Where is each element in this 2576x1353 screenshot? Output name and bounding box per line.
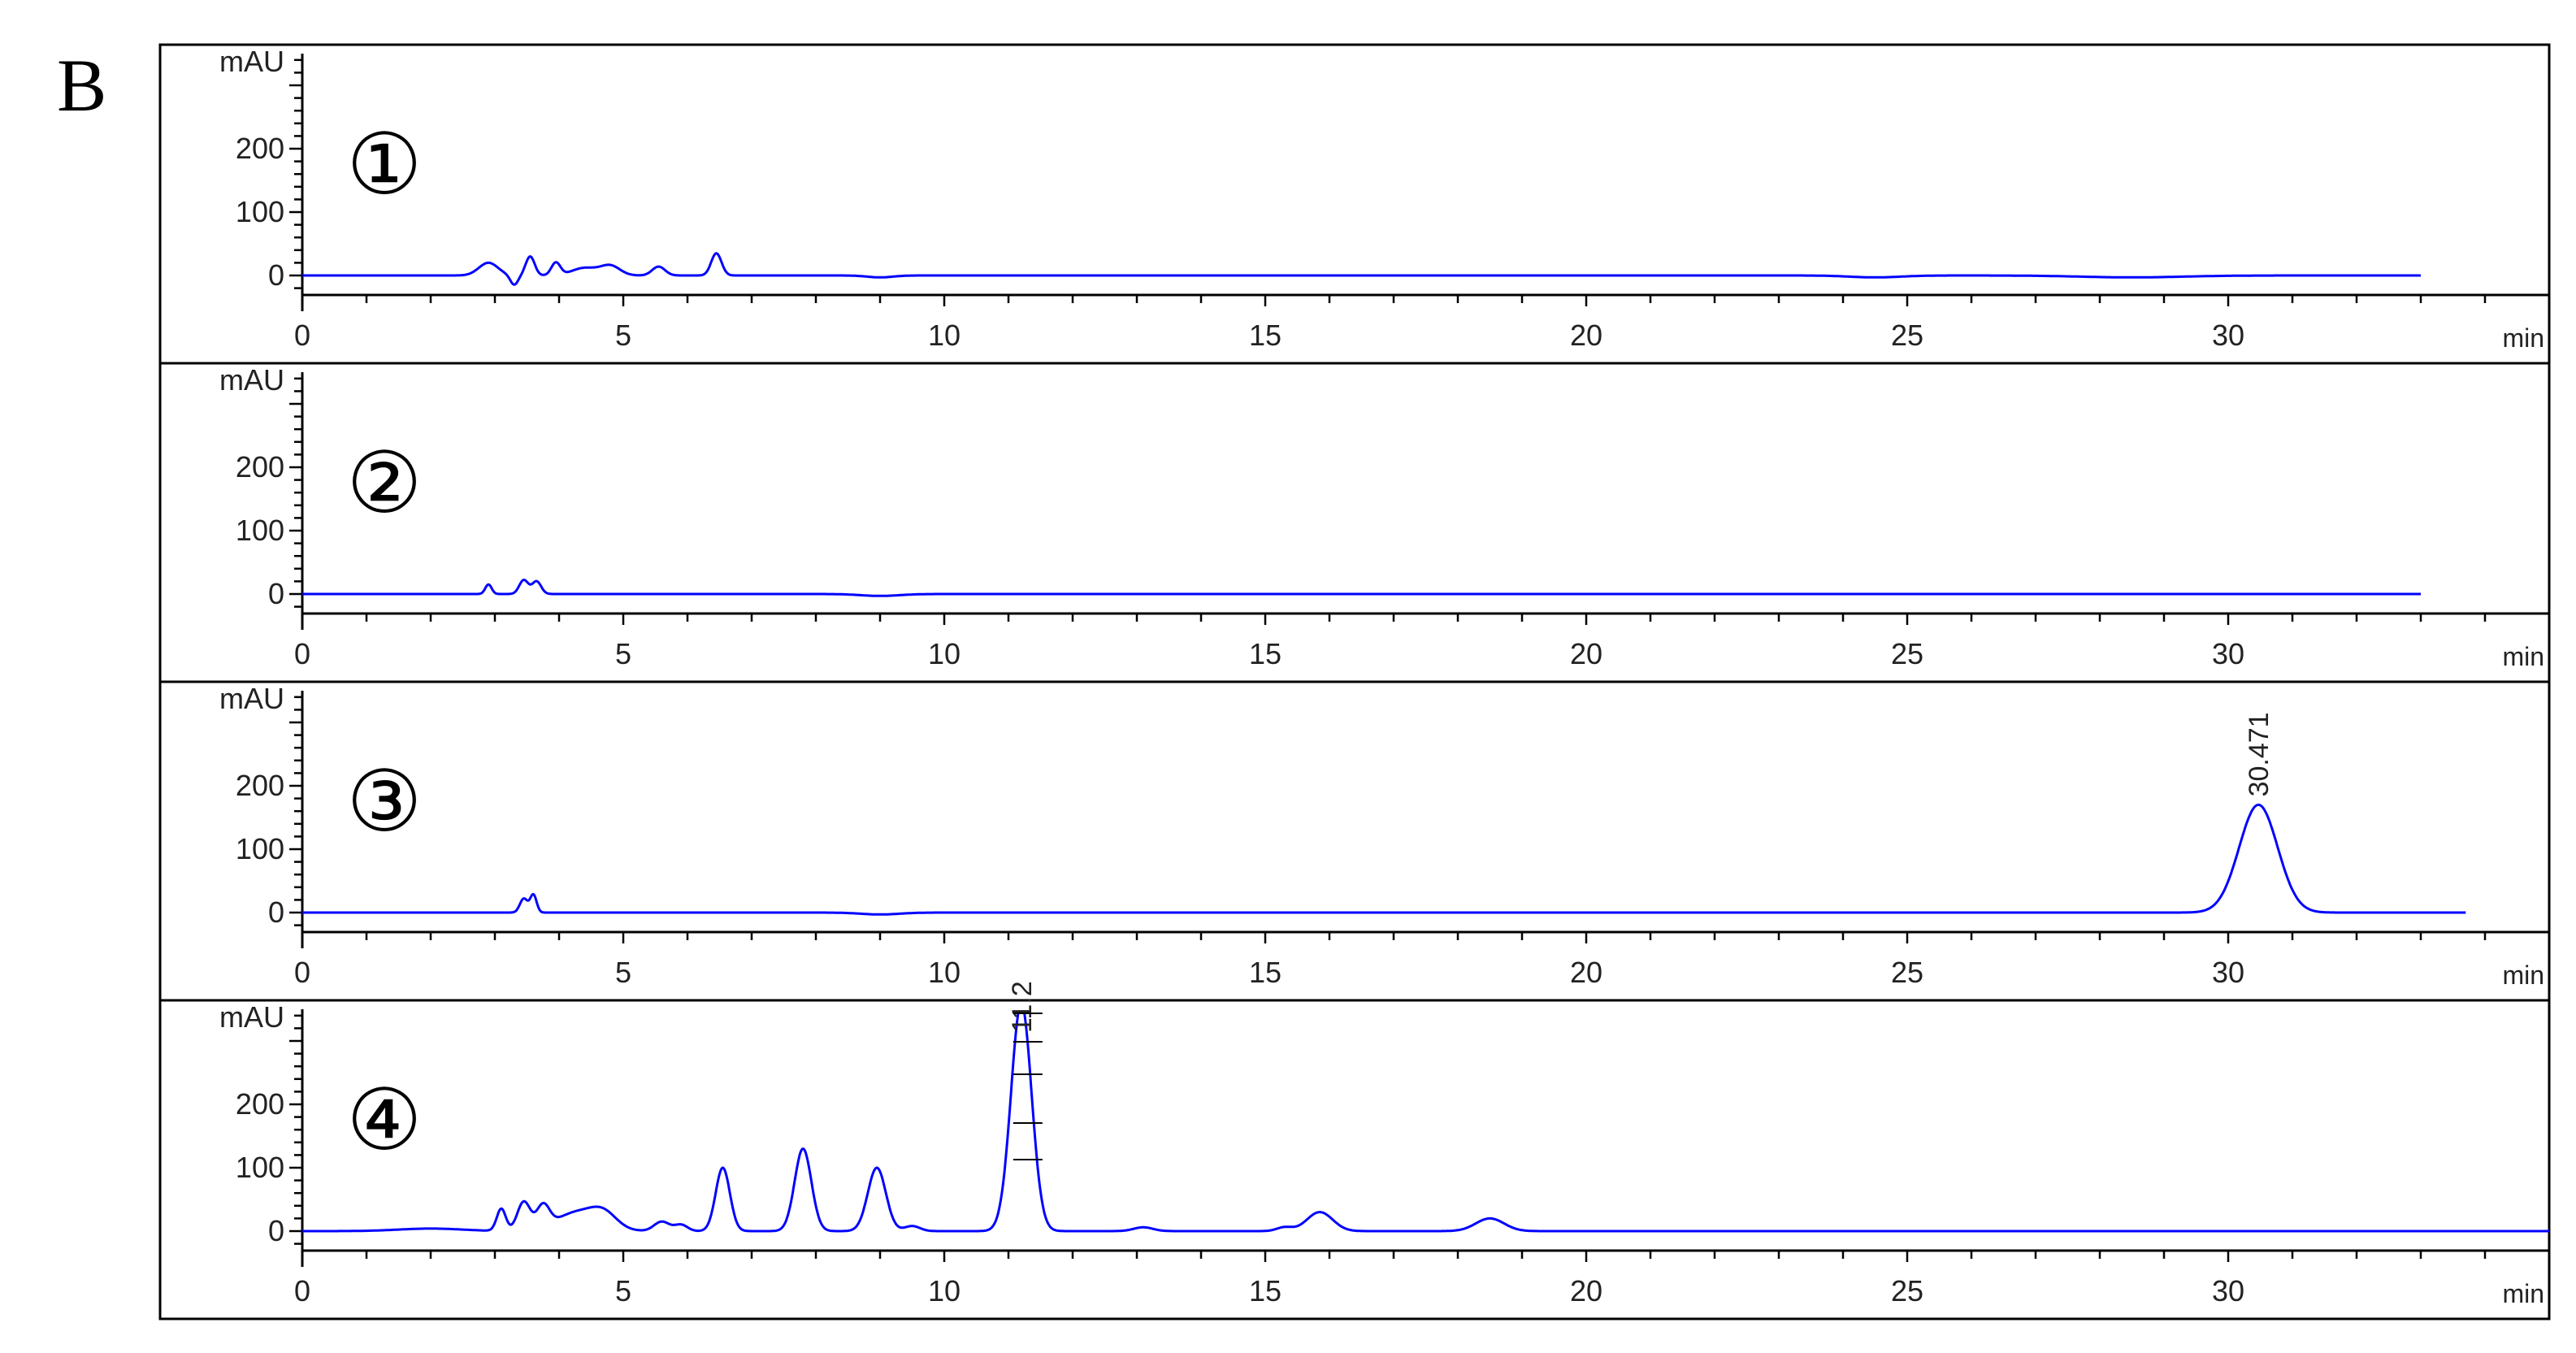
x-tick-label: 15 [1249,319,1281,352]
y-tick-label: 200 [236,450,284,484]
x-tick-label: 20 [1570,319,1602,352]
x-tick-label: 5 [615,956,631,989]
chromatogram-trace [301,252,2422,286]
x-tick-label: 15 [1249,637,1281,670]
x-tick-label: 10 [928,1274,961,1307]
x-axis-unit-label: min [2502,1279,2544,1308]
x-tick-label: 10 [928,637,961,670]
x-tick-label: 30 [2212,319,2244,352]
x-tick-label: 30 [2212,1274,2244,1307]
x-tick-label: 15 [1249,956,1281,989]
y-tick-label: 0 [268,577,284,610]
x-tick-label: 0 [294,637,310,670]
chromatogram-trace [301,579,2422,597]
sample-number-label: ② [346,433,422,532]
x-tick-label: 20 [1570,956,1602,989]
chromatogram-panel-4: 0 100 200 mAU 0 5 10 15 20 25 30 min ④ 11.2 [160,981,2551,1308]
x-tick-label: 0 [294,956,310,989]
chromatogram-panel-2: 0 100 200 mAU 0 5 10 15 20 25 30 min ② [160,362,2551,671]
x-tick-label: 5 [615,637,631,670]
x-tick-label: 5 [615,319,631,352]
sample-number-label: ④ [346,1070,422,1169]
x-tick-label: 25 [1891,956,1923,989]
x-tick-label: 20 [1570,1274,1602,1307]
x-tick-label: 15 [1249,1274,1281,1307]
peak-retention-time-label: 11.2 [1007,981,1038,1033]
y-axis-label: mAU [219,363,284,397]
x-tick-label: 0 [294,319,310,352]
x-axis-unit-label: min [2502,323,2544,353]
x-tick-label: 0 [294,1274,310,1307]
y-axis-label: mAU [219,45,284,78]
x-tick-label: 5 [615,1274,631,1307]
x-axis-unit-label: min [2502,642,2544,671]
y-axis-label: mAU [219,682,284,715]
y-tick-label: 200 [236,1087,284,1121]
y-tick-label: 100 [236,195,284,228]
y-tick-label: 100 [236,514,284,547]
chromatogram-panel-1: 0 100 200 mAU 0 5 10 15 20 25 30 min ① [219,45,2551,353]
chromatogram-trace [301,1011,2550,1233]
sample-number-label: ① [346,115,422,214]
y-tick-label: 200 [236,769,284,802]
peak-retention-time-label: 30.471 [2244,712,2275,796]
sample-number-label: ③ [346,752,422,851]
y-tick-label: 200 [236,132,284,165]
x-tick-label: 30 [2212,637,2244,670]
x-tick-label: 20 [1570,637,1602,670]
chromatogram-panel-3: 0 100 200 mAU 0 5 10 15 20 25 30 min ③ 30.471 [160,680,2551,990]
y-tick-label: 100 [236,832,284,865]
y-tick-label: 0 [268,895,284,929]
x-tick-label: 30 [2212,956,2244,989]
y-axis-label: mAU [219,1000,284,1034]
x-tick-label: 25 [1891,637,1923,670]
x-axis-unit-label: min [2502,961,2544,990]
x-tick-label: 25 [1891,1274,1923,1307]
y-tick-label: 100 [236,1151,284,1184]
x-tick-label: 10 [928,956,961,989]
x-tick-label: 25 [1891,319,1923,352]
chromatogram-figure: 0100200mAU0 5 10 15 20 25 30 min①0100200mAU0 5 10… [158,43,2551,1320]
y-tick-label: 0 [268,1214,284,1247]
x-tick-label: 10 [928,319,961,352]
y-tick-label: 0 [268,258,284,292]
chromatogram-trace [301,803,2466,916]
